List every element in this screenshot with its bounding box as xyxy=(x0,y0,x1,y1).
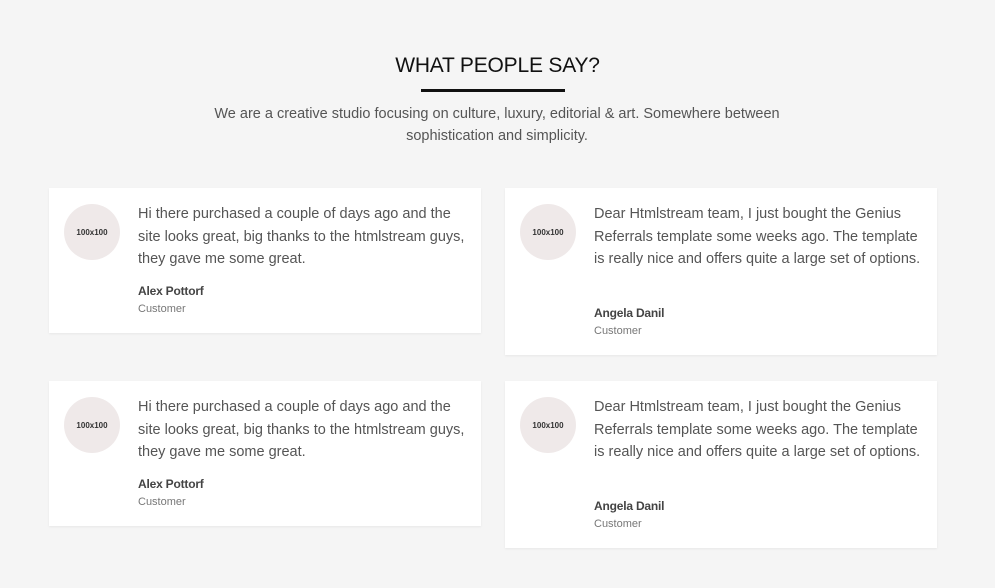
testimonial-card: 100x100 Dear Htmlstream team, I just bou… xyxy=(505,381,937,548)
avatar-placeholder: 100x100 xyxy=(64,204,120,260)
testimonial-author-role: Customer xyxy=(138,303,186,315)
section-title: WHAT PEOPLE SAY? xyxy=(395,54,600,77)
testimonial-quote: Dear Htmlstream team, I just bought the … xyxy=(594,206,921,267)
testimonial-author-role: Customer xyxy=(594,325,642,337)
testimonial-author-name: Alex Pottorf xyxy=(138,284,204,298)
avatar-placeholder: 100x100 xyxy=(520,397,576,453)
testimonial-card: 100x100 Hi there purchased a couple of d… xyxy=(49,381,481,526)
testimonial-quote: Hi there purchased a couple of days ago … xyxy=(138,206,465,267)
testimonial-quote: Hi there purchased a couple of days ago … xyxy=(138,399,465,460)
title-underline xyxy=(421,89,565,92)
testimonial-card: 100x100 Dear Htmlstream team, I just bou… xyxy=(505,188,937,355)
testimonial-author-role: Customer xyxy=(138,496,186,508)
testimonial-author-role: Customer xyxy=(594,518,642,530)
avatar-placeholder: 100x100 xyxy=(520,204,576,260)
avatar-placeholder: 100x100 xyxy=(64,397,120,453)
testimonial-card: 100x100 Hi there purchased a couple of d… xyxy=(49,188,481,333)
testimonial-author-name: Angela Danil xyxy=(594,499,665,513)
section-subtitle: We are a creative studio focusing on cul… xyxy=(214,106,780,144)
testimonial-quote: Dear Htmlstream team, I just bought the … xyxy=(594,399,921,460)
testimonial-author-name: Angela Danil xyxy=(594,306,665,320)
testimonial-author-name: Alex Pottorf xyxy=(138,477,204,491)
